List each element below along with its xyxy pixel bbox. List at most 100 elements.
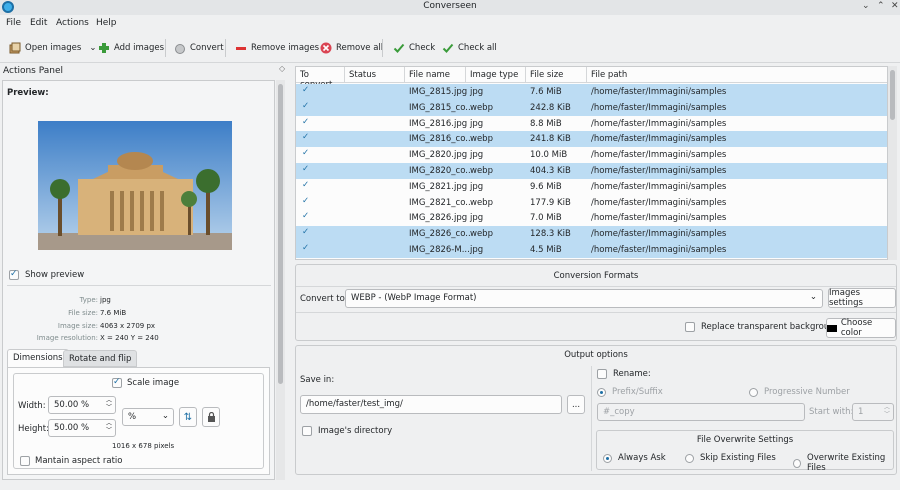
remove-all-button[interactable]: Remove all <box>320 41 383 55</box>
skip-existing-option[interactable]: Skip Existing Files <box>685 453 776 463</box>
width-spinner-icon[interactable]: ︿ ﹀ <box>106 397 112 411</box>
scrollbar-thumb[interactable] <box>890 70 895 120</box>
overwrite-existing-radio[interactable] <box>793 458 802 468</box>
overwrite-existing-option[interactable]: Overwrite Existing Files <box>793 453 893 473</box>
image-type-cell: jpg <box>470 245 484 255</box>
progressive-number-radio[interactable] <box>749 387 758 397</box>
prefix-suffix-option[interactable]: Prefix/Suffix <box>597 387 663 397</box>
file-name-cell: IMG_2826.jpg <box>409 213 468 224</box>
chevron-down-icon[interactable]: ⌄ <box>89 43 96 53</box>
to-convert-check-icon[interactable]: ✓ <box>302 117 309 127</box>
open-images-button[interactable]: Open images ⌄ <box>9 41 96 55</box>
maximize-button[interactable]: ⌃ <box>877 1 885 11</box>
to-convert-check-icon[interactable]: ✓ <box>302 164 309 174</box>
column-header-file-path[interactable]: File path <box>587 67 887 83</box>
maintain-aspect-checkbox[interactable] <box>20 456 30 466</box>
column-header-to-convert[interactable]: To convert <box>296 67 345 90</box>
to-convert-check-icon[interactable]: ✓ <box>302 227 309 237</box>
prefix-suffix-radio[interactable] <box>597 387 606 397</box>
show-preview-checkbox[interactable]: ✓ <box>9 269 19 280</box>
menu-help[interactable]: Help <box>96 18 117 28</box>
browse-button[interactable]: ... <box>567 395 585 414</box>
to-convert-check-icon[interactable]: ✓ <box>302 132 309 142</box>
table-row[interactable]: ✓ IMG_2821_co... webp 177.9 KiB/home/faster… <box>296 195 887 211</box>
table-scrollbar[interactable] <box>888 66 897 260</box>
to-convert-check-icon[interactable]: ✓ <box>302 196 309 206</box>
choose-color-button[interactable]: Choose color <box>826 318 896 338</box>
image-type-cell: webp <box>470 166 493 176</box>
height-spinner-icon[interactable]: ︿ ﹀ <box>106 420 112 434</box>
add-images-button[interactable]: Add images <box>98 41 164 55</box>
skip-existing-radio[interactable] <box>685 453 694 463</box>
column-header-file-name[interactable]: File name <box>405 67 466 83</box>
remove-all-icon <box>320 42 332 54</box>
close-button[interactable]: ✕ <box>891 1 899 11</box>
maintain-aspect-toggle[interactable]: Mantain aspect ratio <box>20 456 123 466</box>
image-directory-toggle[interactable]: Image's directory <box>302 426 392 436</box>
lock-aspect-button[interactable] <box>202 407 220 427</box>
start-with-spinner-icon[interactable]: ︿ ﹀ <box>884 404 890 418</box>
to-convert-check-icon[interactable]: ✓ <box>302 148 309 158</box>
width-input[interactable]: 50.00 % ︿ ﹀ <box>48 396 116 414</box>
column-header-status[interactable]: Status <box>345 67 405 83</box>
float-panel-icon[interactable]: ◇ <box>279 64 285 73</box>
left-panel-scrollbar[interactable] <box>276 80 285 480</box>
menu-file[interactable]: File <box>6 18 21 28</box>
menu-edit[interactable]: Edit <box>30 18 47 28</box>
to-convert-check-icon[interactable]: ✓ <box>302 85 309 95</box>
swap-dimensions-button[interactable]: ⇅ <box>179 407 197 427</box>
to-convert-check-icon[interactable]: ✓ <box>302 243 309 253</box>
check-button[interactable]: Check <box>393 41 435 55</box>
scale-image-checkbox[interactable]: ✓ <box>112 377 122 388</box>
remove-images-button[interactable]: Remove images <box>235 41 319 55</box>
table-row[interactable]: ✓ IMG_2820_co... webp 404.3 KiB/home/faster… <box>296 163 887 179</box>
image-directory-checkbox[interactable] <box>302 426 312 436</box>
replace-transparent-toggle[interactable]: Replace transparent background <box>685 322 840 332</box>
image-type-cell: webp <box>470 134 493 145</box>
to-convert-check-icon[interactable]: ✓ <box>302 101 309 111</box>
format-select[interactable]: WEBP - (WebP Image Format) ⌄ <box>345 289 823 308</box>
color-swatch <box>827 324 837 332</box>
image-type-cell: webp <box>470 229 493 240</box>
scale-image-toggle[interactable]: ✓ Scale image <box>112 377 179 388</box>
start-with-input[interactable]: 1 ︿ ﹀ <box>852 403 894 421</box>
file-name-cell: IMG_2821_co... <box>409 197 474 208</box>
always-ask-radio[interactable] <box>603 453 612 463</box>
rename-pattern-input[interactable]: #_copy <box>597 403 805 421</box>
height-input[interactable]: 50.00 % ︿ ﹀ <box>48 419 116 437</box>
column-header-image-type[interactable]: Image type <box>466 67 526 83</box>
file-path-cell: /home/faster/Immagini/samples <box>591 197 727 208</box>
table-row[interactable]: ✓ IMG_2815_co... webp 242.8 KiB/home/faster… <box>296 99 887 116</box>
rename-checkbox[interactable] <box>597 369 607 379</box>
minimize-button[interactable]: ⌄ <box>862 1 870 11</box>
tab-rotate-flip[interactable]: Rotate and flip <box>63 350 138 367</box>
to-convert-check-icon[interactable]: ✓ <box>302 211 309 221</box>
tab-dimensions[interactable]: Dimensions <box>7 349 69 367</box>
table-row[interactable]: ✓ IMG_2826_co... webp 128.3 KiB/home/faster… <box>296 226 887 242</box>
progressive-number-option[interactable]: Progressive Number <box>749 387 850 397</box>
output-options-title: Output options <box>564 350 628 360</box>
table-row[interactable]: ✓ IMG_2816_co... webp 241.8 KiB/home/faster… <box>296 131 887 148</box>
table-row[interactable]: ✓ IMG_2826-M... jpg 4.5 MiB/home/faster/Imm… <box>296 242 887 258</box>
file-path-cell: /home/faster/Immagini/samples <box>591 181 727 192</box>
table-row[interactable]: ✓ IMG_2816.jpg jpg 8.8 MiB/home/faster/Imma… <box>296 116 887 132</box>
height-value: 50.00 % <box>54 423 90 433</box>
table-row[interactable]: ✓ IMG_2820.jpg jpg 10.0 MiB/home/faster/Imm… <box>296 147 887 163</box>
column-header-file-size[interactable]: File size <box>526 67 587 83</box>
menu-actions[interactable]: Actions <box>56 18 89 28</box>
table-row[interactable]: ✓ IMG_2821.jpg jpg 9.6 MiB/home/faster/Imma… <box>296 179 887 195</box>
table-row[interactable]: ✓ IMG_2815.jpg jpg 7.6 MiB/home/faster/Imma… <box>296 84 887 100</box>
convert-button[interactable]: Convert <box>174 41 224 55</box>
to-convert-check-icon[interactable]: ✓ <box>302 180 309 190</box>
rename-toggle[interactable]: Rename: <box>597 369 651 379</box>
scrollbar-thumb[interactable] <box>278 84 283 384</box>
check-all-button[interactable]: Check all <box>442 41 497 55</box>
replace-transparent-checkbox[interactable] <box>685 322 695 332</box>
table-row[interactable]: ✓ IMG_2826.jpg jpg 7.0 MiB/home/faster/Imma… <box>296 210 887 226</box>
images-settings-button[interactable]: Images settings <box>828 288 896 308</box>
always-ask-option[interactable]: Always Ask <box>603 453 666 463</box>
file-path-cell: /home/faster/Immagini/samples <box>591 245 727 255</box>
save-path-input[interactable]: /home/faster/test_img/ <box>300 395 562 414</box>
show-preview-toggle[interactable]: ✓ Show preview <box>9 269 84 280</box>
unit-select[interactable]: % ⌄ <box>122 408 174 426</box>
